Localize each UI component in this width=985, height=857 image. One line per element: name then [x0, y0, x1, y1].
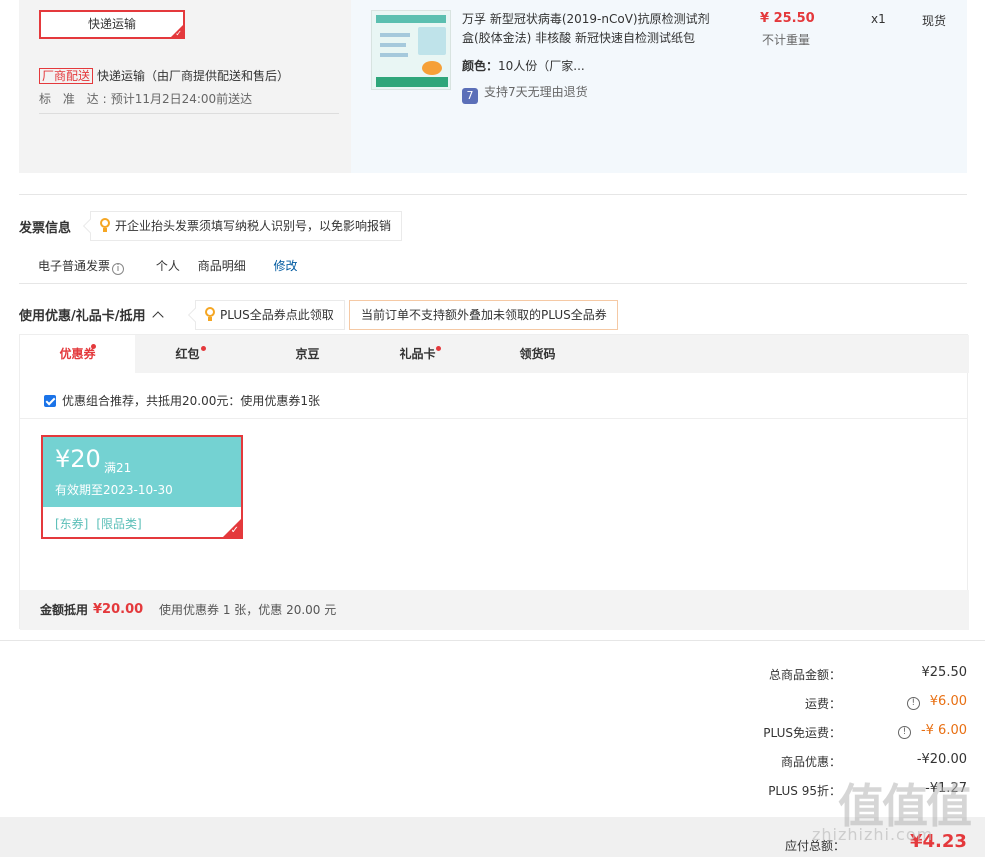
new-dot: [436, 346, 441, 351]
tab-label: 京豆: [295, 347, 320, 361]
coupon-tag: [限品类]: [96, 517, 142, 531]
summary-amount: ¥20.00: [93, 602, 144, 617]
tab-label: 红包: [175, 347, 200, 361]
lightbulb-icon: [99, 218, 111, 232]
coupon-condition: 满21: [104, 461, 132, 475]
goods-discount-value: -¥20.00: [916, 752, 967, 767]
plus-coupon-warning-text: 当前订单不支持额外叠加未领取的PLUS全品券: [361, 308, 607, 322]
product-title[interactable]: 万孚 新型冠状病毒(2019-nCoV)抗原检测试剂盒(胶体金法) 非核酸 新冠…: [462, 10, 712, 48]
divider: [19, 283, 967, 284]
shipping-fee: ! ¥6.00: [906, 694, 967, 710]
invoice-holder: 个人: [155, 259, 180, 273]
product-quantity: x1: [871, 12, 886, 26]
product-color: 颜色：10人份（厂家...: [462, 57, 585, 74]
plus-free-shipping: ! -¥ 6.00: [897, 723, 967, 739]
invoice-tip-text: 开企业抬头发票须填写纳税人识别号，以免影响报销: [115, 219, 392, 233]
tab-redeem-code[interactable]: 领货码: [485, 335, 590, 373]
tab-red-packet[interactable]: 红包: [135, 335, 240, 373]
vendor-delivery-tag: 厂商配送: [39, 68, 94, 84]
shipping-section: 快递运输 ✓ 厂商配送 快递运输（由厂商提供配送和售后） 标 准 达:预计11月2…: [19, 0, 967, 173]
coupon-tag: [东券]: [55, 517, 89, 531]
invoice-details: 电子普通发票 i 个人 商品明细 修改: [38, 257, 312, 275]
coupon-card[interactable]: ¥20 满21 有效期至2023-10-30 [东券] [限品类] ✓: [41, 435, 243, 539]
coupon-tabs: 优惠券 红包 京豆 礼品卡 领货码: [20, 335, 969, 373]
total-goods-label: 总商品金额：: [768, 668, 841, 682]
plus-coupon-warning: 当前订单不支持额外叠加未领取的PLUS全品券: [349, 300, 618, 330]
shipping-method-label: 快递运输: [87, 17, 136, 31]
lightbulb-icon: [204, 307, 216, 321]
tab-label: 领货码: [519, 347, 556, 361]
standard-label: 标 准 达:: [39, 92, 111, 106]
combo-recommend: 优惠组合推荐，共抵用20.00元：使用优惠券1张: [44, 392, 320, 409]
tab-label: 礼品卡: [399, 347, 436, 361]
info-icon[interactable]: i: [112, 263, 125, 275]
chevron-up-icon: [151, 311, 164, 323]
new-dot: [201, 346, 206, 351]
plus-coupon-tip[interactable]: PLUS全品券点此领取: [187, 300, 345, 330]
shipping-method-desc: 快递运输（由厂商提供配送和售后）: [97, 69, 290, 83]
check-icon: ✓: [175, 29, 182, 38]
shipping-method-button[interactable]: 快递运输 ✓: [39, 10, 185, 39]
coupon-panel: 优惠券 红包 京豆 礼品卡 领货码 优惠组合推荐，共抵用20.00元：使用优惠券…: [19, 334, 969, 630]
product-stock: 现货: [922, 14, 947, 28]
coupon-header: ¥20 满21 有效期至2023-10-30: [43, 437, 241, 507]
return-policy: 7 支持7天无理由退货: [462, 83, 588, 104]
divider: [0, 640, 985, 641]
product-image[interactable]: [371, 10, 451, 90]
product-item: 万孚 新型冠状病毒(2019-nCoV)抗原检测试剂盒(胶体金法) 非核酸 新冠…: [351, 0, 967, 173]
info-icon[interactable]: !: [906, 697, 920, 710]
shipping-options: 快递运输 ✓ 厂商配送 快递运输（由厂商提供配送和售后） 标 准 达:预计11月2…: [19, 0, 351, 173]
standard-value: 预计11月2日24:00前送达: [110, 92, 253, 106]
info-icon[interactable]: !: [897, 726, 911, 739]
invoice-tip: 开企业抬头发票须填写纳税人识别号，以免影响报销: [82, 211, 403, 241]
combo-text: 优惠组合推荐，共抵用20.00元：使用优惠券1张: [62, 394, 320, 408]
plus-coupon-tip-text: PLUS全品券点此领取: [220, 308, 334, 322]
return-policy-text: 支持7天无理由退货: [484, 85, 588, 99]
shipping-fee-value: ¥6.00: [929, 694, 967, 709]
product-weight: 不计重量: [762, 33, 811, 47]
tab-jingdou[interactable]: 京豆: [256, 335, 359, 373]
delivery-estimate: 标 准 达:预计11月2日24:00前送达: [39, 90, 252, 107]
color-value: 10人份（厂家...: [498, 59, 585, 73]
shipping-fee-label: 运费：: [804, 697, 841, 711]
divider: [20, 418, 967, 419]
tip-arrow: [187, 307, 203, 323]
product-price: ¥ 25.50: [760, 11, 815, 26]
total-goods-value: ¥25.50: [921, 665, 968, 680]
tab-coupons[interactable]: 优惠券: [20, 335, 135, 373]
invoice-type-label: 电子普通发票: [38, 259, 111, 273]
invoice-edit-link[interactable]: 修改: [274, 259, 298, 273]
plus-discount-label: PLUS 95折：: [768, 784, 841, 798]
coupons-title-label: 使用优惠/礼品卡/抵用: [19, 309, 146, 324]
tab-gift-card[interactable]: 礼品卡: [365, 335, 470, 373]
plus-free-shipping-value: -¥ 6.00: [920, 723, 967, 738]
watermark-site: zhizhizhi.com: [812, 825, 934, 844]
return-7day-icon: 7: [462, 88, 478, 104]
combo-checkbox[interactable]: [44, 395, 56, 407]
new-dot: [91, 344, 96, 349]
shipping-desc-row: 厂商配送 快递运输（由厂商提供配送和售后）: [39, 67, 289, 84]
plus-free-shipping-label: PLUS免运费：: [763, 726, 841, 740]
invoice-title: 发票信息: [19, 221, 72, 236]
invoice-type: 电子普通发票 i: [38, 259, 138, 275]
coupon-amount: ¥20: [55, 445, 101, 473]
divider: [19, 194, 967, 195]
coupon-summary: 金额抵用 ¥20.00 使用优惠券 1 张，优惠 20.00 元: [20, 590, 969, 630]
coupon-validity: 有效期至2023-10-30: [55, 483, 173, 497]
goods-discount-label: 商品优惠：: [780, 755, 841, 769]
tab-label: 优惠券: [59, 347, 96, 361]
summary-label: 金额抵用: [40, 603, 89, 617]
divider: [39, 113, 339, 114]
coupons-title[interactable]: 使用优惠/礼品卡/抵用: [19, 305, 164, 324]
tip-arrow: [82, 218, 98, 234]
summary-desc: 使用优惠券 1 张，优惠 20.00 元: [159, 603, 337, 617]
invoice-content: 商品明细: [197, 259, 246, 273]
color-label: 颜色：: [462, 59, 499, 73]
coupon-tags: [东券] [限品类]: [55, 515, 150, 532]
check-icon: ✓: [230, 525, 239, 536]
